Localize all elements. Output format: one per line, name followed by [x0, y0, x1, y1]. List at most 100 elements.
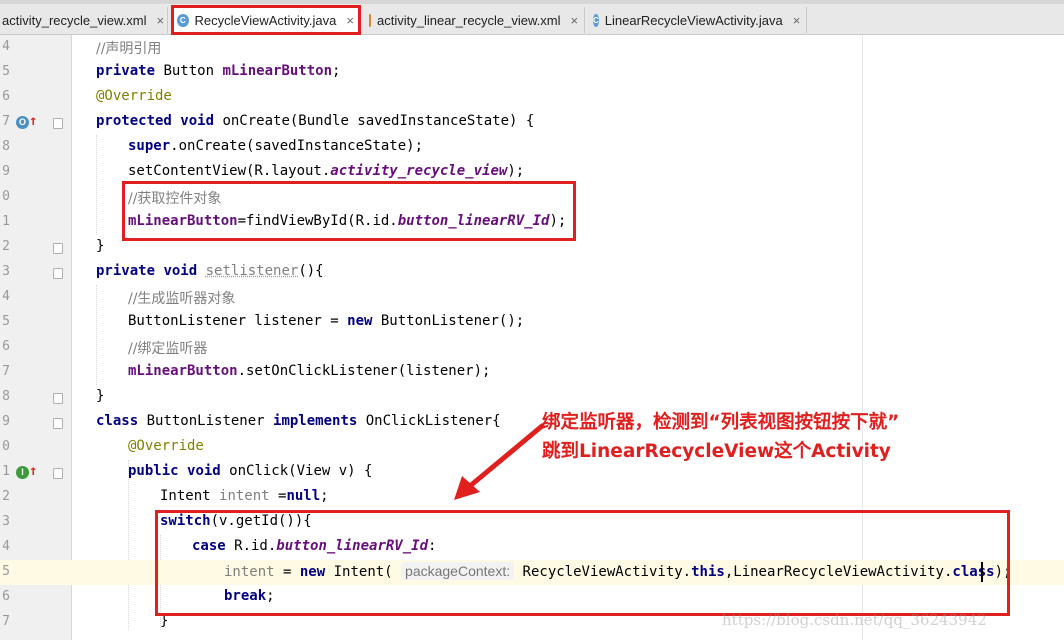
code-line: 6 //绑定监听器: [0, 335, 1064, 360]
keyword: implements: [273, 413, 358, 429]
close-icon[interactable]: ×: [793, 13, 801, 28]
code-line: 8 }: [0, 385, 1064, 410]
code-comment: //绑定监听器: [128, 341, 208, 357]
tab-linearrecycleviewactivity-java[interactable]: C LinearRecycleViewActivity.java ×: [587, 7, 807, 33]
code-text: Intent: [160, 488, 220, 504]
arrow-up-icon[interactable]: ↑: [29, 463, 37, 479]
callout-arrow-icon: [454, 423, 545, 500]
tab-activity-linear-recycle-view-xml[interactable]: activity_linear_recycle_view.xml ×: [363, 7, 585, 33]
implement-method-icon[interactable]: I: [16, 466, 29, 479]
fold-toggle-icon[interactable]: [53, 268, 63, 279]
code-line: 5 private Button mLinearButton;: [0, 60, 1064, 85]
keyword: void: [163, 263, 198, 279]
close-icon[interactable]: ×: [571, 13, 579, 28]
callout-line-2: 跳到LinearRecycleView这个Activity: [542, 441, 891, 462]
line-number: 6: [2, 339, 10, 354]
line-number: 8: [2, 389, 10, 404]
line-number: 9: [2, 164, 10, 179]
close-icon[interactable]: ×: [157, 13, 165, 28]
line-number: 1: [2, 214, 10, 229]
line-number: 7: [2, 364, 10, 379]
code-line: 4 //声明引用: [0, 35, 1064, 60]
line-number: 8: [2, 139, 10, 154]
callout-annotation: 绑定监听器，检测到“列表视图按钮按下就” 跳到LinearRecycleView…: [542, 408, 899, 466]
fold-toggle-icon[interactable]: [53, 468, 63, 479]
code-text: }: [96, 388, 105, 404]
code-line: 8 super.onCreate(savedInstanceState);: [0, 135, 1064, 160]
keyword: void: [187, 463, 221, 479]
code-text: Button: [155, 63, 223, 79]
code-comment: //生成监听器对象: [128, 291, 236, 307]
keyword: private: [96, 63, 156, 79]
annotation: @Override: [128, 438, 204, 454]
active-tab-highlight-box: [171, 5, 361, 35]
keyword: new: [347, 313, 373, 329]
code-line: 7 mLinearButton.setOnClickListener(liste…: [0, 360, 1064, 385]
code-text: (){: [298, 263, 324, 279]
line-number: 4: [2, 39, 10, 54]
line-number: 3: [2, 514, 10, 529]
method-name: setlistener: [205, 263, 299, 279]
xml-file-icon: [369, 13, 371, 27]
code-text: ;: [320, 488, 329, 504]
tab-activity-recycle-view-xml[interactable]: activity_recycle_view.xml ×: [0, 7, 168, 33]
tab-label: activity_linear_recycle_view.xml: [377, 12, 561, 28]
code-line: 5 ButtonListener listener = new ButtonLi…: [0, 310, 1064, 335]
java-class-icon: C: [593, 13, 599, 27]
code-text: =: [269, 488, 287, 504]
line-number: 4: [2, 539, 10, 554]
keyword: null: [286, 488, 321, 504]
keyword: protected: [96, 113, 172, 129]
line-number: 2: [2, 489, 10, 504]
code-line: 4 //生成监听器对象: [0, 285, 1064, 310]
code-line: 7 O ↑ protected void onCreate(Bundle sav…: [0, 110, 1064, 135]
line-number: 7: [2, 114, 10, 129]
line-number: 0: [2, 189, 10, 204]
line-number: 0: [2, 439, 10, 454]
code-text: setContentView(R.layout.: [128, 163, 331, 179]
line-number: 6: [2, 89, 10, 104]
code-text: .onCreate(savedInstanceState);: [170, 138, 424, 154]
code-text: ButtonListener();: [372, 313, 525, 329]
line-number: 6: [2, 589, 10, 604]
keyword: super: [128, 138, 171, 154]
line-number: 4: [2, 289, 10, 304]
line-number: 9: [2, 414, 10, 429]
line-number: 1: [2, 464, 10, 479]
keyword: void: [180, 113, 215, 129]
variable-name: intent: [219, 488, 270, 504]
tab-bar-top-strip: [0, 0, 1064, 4]
line-number: 7: [2, 614, 10, 629]
tab-label: LinearRecycleViewActivity.java: [604, 12, 783, 28]
code-text: ButtonListener: [138, 413, 274, 429]
code-text: }: [96, 238, 105, 254]
fold-toggle-icon[interactable]: [53, 243, 63, 254]
keyword: class: [96, 413, 139, 429]
code-line: 6 @Override: [0, 85, 1064, 110]
override-method-icon[interactable]: O: [16, 116, 29, 129]
highlight-box-switch-block: [155, 510, 1010, 616]
code-text: onCreate(Bundle savedInstanceState) {: [214, 113, 535, 129]
fold-toggle-icon[interactable]: [53, 418, 63, 429]
line-number: 3: [2, 264, 10, 279]
field-name: mLinearButton: [222, 63, 333, 79]
line-number: 5: [2, 564, 10, 579]
keyword: public: [128, 463, 179, 479]
arrow-up-icon[interactable]: ↑: [29, 113, 37, 129]
code-text: .setOnClickListener(listener);: [237, 363, 491, 379]
line-number: 5: [2, 314, 10, 329]
line-number: 2: [2, 239, 10, 254]
code-comment: //声明引用: [96, 41, 162, 57]
code-line: 3 private void setlistener(){: [0, 260, 1064, 285]
tab-label: activity_recycle_view.xml: [2, 12, 147, 28]
field-name: activity_recycle_view: [330, 163, 508, 179]
code-text: onClick(View v) {: [220, 463, 373, 479]
fold-toggle-icon[interactable]: [53, 118, 63, 129]
callout-line-1: 绑定监听器，检测到“列表视图按钮按下就”: [542, 412, 900, 433]
fold-toggle-icon[interactable]: [53, 393, 63, 404]
code-text: );: [507, 163, 525, 179]
code-text: ButtonListener listener =: [128, 313, 348, 329]
watermark: https://blog.csdn.net/qq_36243942: [722, 611, 987, 629]
code-text: ;: [332, 63, 341, 79]
line-number: 5: [2, 64, 10, 79]
